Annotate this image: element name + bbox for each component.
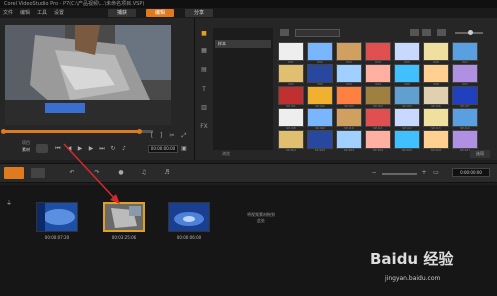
media-filter-buttons[interactable] xyxy=(295,29,340,37)
mixer-icon[interactable]: ♫ xyxy=(140,169,148,176)
thumbnail-label: SP-S02 xyxy=(314,148,326,152)
library-thumbnail[interactable] xyxy=(365,86,391,105)
fit-project-icon[interactable]: ▭ xyxy=(432,169,440,176)
zoom-slider[interactable] xyxy=(382,173,417,175)
trim-end-handle[interactable] xyxy=(137,129,142,134)
library-thumbnail[interactable] xyxy=(394,130,420,149)
browse-button[interactable]: 浏览 xyxy=(222,151,230,157)
library-thumbnail[interactable] xyxy=(452,64,478,83)
library-thumbnail[interactable] xyxy=(307,130,333,149)
library-thumbnail[interactable] xyxy=(336,64,362,83)
thumbnail-label: SP-S04 xyxy=(372,148,384,152)
library-thumbnail[interactable] xyxy=(336,42,362,61)
library-thumbnail[interactable] xyxy=(278,86,304,105)
thumbnail-label: SP-S01 xyxy=(285,148,297,152)
watermark-logo: Baidu 经验 xyxy=(370,250,454,268)
library-thumbnail[interactable] xyxy=(423,130,449,149)
menu-edit[interactable]: 编辑 xyxy=(20,9,30,17)
sort-icon[interactable] xyxy=(437,29,446,36)
expand-preview-icon[interactable]: ▣ xyxy=(180,145,188,152)
annotation-arrow xyxy=(63,143,120,204)
title-text-icon[interactable]: ▤ xyxy=(199,66,209,74)
storyboard-clip-3[interactable] xyxy=(168,202,210,232)
thumbnail-label: SP-S03 xyxy=(343,148,355,152)
watermark-url: jingyan.baidu.com xyxy=(385,275,441,282)
tab-capture[interactable]: 捕获 xyxy=(108,9,136,17)
total-time-display: 0:00:00:00 xyxy=(452,168,490,177)
mode-clip[interactable]: 素材 xyxy=(22,147,30,153)
title-icon[interactable]: T xyxy=(199,86,209,94)
menu-tools[interactable]: 工具 xyxy=(37,9,47,17)
library-thumbnail[interactable] xyxy=(307,86,333,105)
library-thumbnail[interactable] xyxy=(307,64,333,83)
video-preview xyxy=(5,25,171,125)
library-thumbnail[interactable] xyxy=(365,64,391,83)
menu-bar: 文件 编辑 工具 设置 xyxy=(0,8,497,18)
media-thumbnails: P01 P02 P03 P04 P05 P06 P07 V01 V02 V03 V04 V05 V06 V… xyxy=(278,42,488,152)
library-thumbnail[interactable] xyxy=(336,108,362,127)
mark-in-icon[interactable]: [ xyxy=(148,132,156,139)
tab-edit[interactable]: 编辑 xyxy=(146,9,174,17)
library-thumbnail[interactable] xyxy=(394,108,420,127)
library-thumbnail[interactable] xyxy=(365,108,391,127)
window-title: Corel VideoStudio Pro - P7(C:\产品视频\...\未… xyxy=(0,0,497,8)
graphic-icon[interactable]: ▥ xyxy=(199,104,209,112)
scrub-progress xyxy=(3,130,138,133)
zoom-out-icon[interactable]: − xyxy=(370,169,378,176)
library-thumbnail[interactable] xyxy=(394,42,420,61)
library-thumbnail[interactable] xyxy=(423,108,449,127)
auto-music-icon[interactable]: ♬ xyxy=(163,169,171,176)
grid-view-icon[interactable] xyxy=(422,29,431,36)
library-thumbnail[interactable] xyxy=(278,108,304,127)
library-thumbnail[interactable] xyxy=(307,108,333,127)
library-thumbnail[interactable] xyxy=(336,130,362,149)
drop-hint: 将视频素材拖到此处 xyxy=(247,212,275,223)
timecode-display[interactable]: 00:00:00:00 xyxy=(148,145,178,153)
library-thumbnail[interactable] xyxy=(365,42,391,61)
menu-settings[interactable]: 设置 xyxy=(54,9,64,17)
clip-duration: 00:00:07:20 xyxy=(44,235,70,240)
transition-icon[interactable]: ▦ xyxy=(199,47,209,55)
folder-list: 样本 xyxy=(213,28,273,150)
clip-duration: 00:03:25:06 xyxy=(111,235,137,240)
library-thumbnail[interactable] xyxy=(423,86,449,105)
library-thumbnail[interactable] xyxy=(394,86,420,105)
mode-project[interactable]: 项目 xyxy=(22,140,30,146)
library-thumbnail[interactable] xyxy=(423,42,449,61)
menu-file[interactable]: 文件 xyxy=(3,9,13,17)
folder-icon[interactable] xyxy=(280,29,289,36)
clip-duration: 00:00:06:00 xyxy=(176,235,202,240)
cut-icon[interactable]: ✂ xyxy=(168,132,176,139)
list-view-icon[interactable] xyxy=(410,29,419,36)
filter-icon[interactable]: FX xyxy=(199,123,209,131)
storyboard-view-button[interactable] xyxy=(4,167,24,179)
library-thumbnail[interactable] xyxy=(336,86,362,105)
thumbnail-label: SP-S05 xyxy=(401,148,413,152)
timeline-view-button[interactable] xyxy=(31,168,45,178)
library-thumbnail[interactable] xyxy=(278,64,304,83)
folder-item[interactable]: 样本 xyxy=(215,40,271,48)
library-thumbnail[interactable] xyxy=(452,42,478,61)
library-thumbnail[interactable] xyxy=(452,108,478,127)
zoom-in-icon[interactable]: + xyxy=(420,169,428,176)
library-thumbnail[interactable] xyxy=(423,64,449,83)
trim-start-handle[interactable] xyxy=(1,129,6,134)
library-thumbnail[interactable] xyxy=(278,42,304,61)
tab-share[interactable]: 分享 xyxy=(185,9,213,17)
slider-thumb[interactable] xyxy=(468,30,473,35)
library-thumbnail[interactable] xyxy=(307,42,333,61)
options-button[interactable]: 选项 xyxy=(470,150,490,158)
library-thumbnail[interactable] xyxy=(452,130,478,149)
library-thumbnail[interactable] xyxy=(365,130,391,149)
mark-out-icon[interactable]: ] xyxy=(157,132,165,139)
media-icon[interactable]: ■ xyxy=(199,30,209,38)
library-thumbnail[interactable] xyxy=(394,64,420,83)
library-thumbnail[interactable] xyxy=(278,130,304,149)
mode-toggle[interactable] xyxy=(36,144,48,153)
thumbnail-label: SP-S06 xyxy=(430,148,442,152)
expand-icon[interactable]: ⤢ xyxy=(180,132,188,139)
track-icon: ⏚ xyxy=(5,200,12,207)
library-thumbnail[interactable] xyxy=(452,86,478,105)
